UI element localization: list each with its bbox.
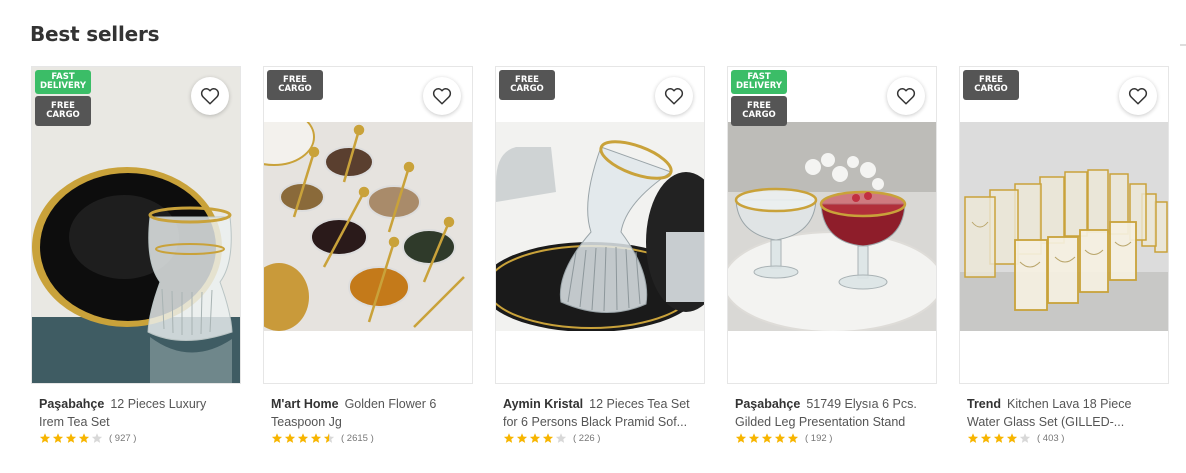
fast-delivery-badge: FAST DELIVERY xyxy=(35,70,91,94)
star-icon xyxy=(774,433,786,443)
free-cargo-badge: FREE CARGO xyxy=(267,70,323,100)
star-icon xyxy=(323,433,335,443)
product-image-box[interactable]: FAST DELIVERY FREE CARGO xyxy=(727,66,937,384)
badge-group: FREE CARGO xyxy=(963,70,1019,102)
star-icon xyxy=(52,433,64,443)
product-card[interactable]: FREE CARGO xyxy=(959,66,1169,444)
star-icon xyxy=(761,433,773,443)
fast-delivery-badge: FAST DELIVERY xyxy=(731,70,787,94)
rating-count: ( 403 ) xyxy=(1037,432,1065,444)
product-card[interactable]: FAST DELIVERY FREE CARGO xyxy=(727,66,937,444)
star-icon xyxy=(1006,433,1018,443)
product-brand: Trend xyxy=(967,397,1002,411)
product-image-box[interactable]: FAST DELIVERY FREE CARGO xyxy=(31,66,241,384)
free-cargo-badge: FREE CARGO xyxy=(35,96,91,126)
heart-outline-icon xyxy=(432,88,452,105)
heart-outline-icon xyxy=(896,88,916,105)
product-card[interactable]: FAST DELIVERY FREE CARGO xyxy=(31,66,241,444)
product-title[interactable]: M'art Home Golden Flower 6 Teaspoon Jg xyxy=(271,395,465,431)
star-icon xyxy=(516,433,528,443)
free-cargo-badge: FREE CARGO xyxy=(963,70,1019,100)
rating-count: ( 192 ) xyxy=(805,432,833,444)
star-icon xyxy=(748,433,760,443)
product-photo xyxy=(264,122,472,331)
product-rating: ( 192 ) xyxy=(735,432,929,444)
free-cargo-badge: FREE CARGO xyxy=(499,70,555,100)
free-cargo-badge: FREE CARGO xyxy=(731,96,787,126)
badge-group: FREE CARGO xyxy=(499,70,555,102)
product-info: Aymin Kristal 12 Pieces Tea Set for 6 Per… xyxy=(495,384,705,444)
star-icon xyxy=(529,433,541,443)
star-icon xyxy=(503,433,515,443)
favorite-button[interactable] xyxy=(655,77,693,115)
product-title[interactable]: Aymin Kristal 12 Pieces Tea Set for 6 Per… xyxy=(503,395,697,431)
rating-stars xyxy=(271,432,336,444)
star-icon xyxy=(271,433,283,443)
product-info: Paşabahçe 51749 Elysıa 6 Pcs. Gilded Leg … xyxy=(727,384,937,444)
product-card[interactable]: FREE CARGO xyxy=(263,66,473,444)
product-info: Paşabahçe 12 Pieces Luxury Irem Tea Set (… xyxy=(31,384,241,444)
favorite-button[interactable] xyxy=(423,77,461,115)
heart-outline-icon xyxy=(664,88,684,105)
product-info: Trend Kitchen Lava 18 Piece Water Glass S… xyxy=(959,384,1169,444)
product-rating: ( 927 ) xyxy=(39,432,233,444)
star-icon xyxy=(1019,433,1031,443)
star-icon xyxy=(735,433,747,443)
badge-group: FREE CARGO xyxy=(267,70,323,102)
product-rating: ( 2615 ) xyxy=(271,432,465,444)
star-icon xyxy=(284,433,296,443)
product-brand: M'art Home xyxy=(271,397,339,411)
scroll-edge-marker xyxy=(1180,44,1186,46)
rating-count: ( 2615 ) xyxy=(341,432,374,444)
favorite-button[interactable] xyxy=(1119,77,1157,115)
badge-group: FAST DELIVERY FREE CARGO xyxy=(731,70,787,128)
rating-stars xyxy=(39,432,104,444)
product-brand: Aymin Kristal xyxy=(503,397,584,411)
product-photo xyxy=(496,122,704,331)
product-image-box[interactable]: FREE CARGO xyxy=(263,66,473,384)
product-rating: ( 403 ) xyxy=(967,432,1161,444)
rating-stars xyxy=(503,432,568,444)
rating-count: ( 927 ) xyxy=(109,432,137,444)
product-image-box[interactable]: FREE CARGO xyxy=(959,66,1169,384)
star-icon xyxy=(980,433,992,443)
star-icon xyxy=(78,433,90,443)
rating-stars xyxy=(967,432,1032,444)
star-icon xyxy=(787,433,799,443)
star-icon xyxy=(39,433,51,443)
favorite-button[interactable] xyxy=(887,77,925,115)
product-info: M'art Home Golden Flower 6 Teaspoon Jg ( … xyxy=(263,384,473,444)
favorite-button[interactable] xyxy=(191,77,229,115)
star-icon xyxy=(297,433,309,443)
star-icon xyxy=(65,433,77,443)
heart-outline-icon xyxy=(1128,88,1148,105)
rating-stars xyxy=(735,432,800,444)
heart-outline-icon xyxy=(200,88,220,105)
product-brand: Paşabahçe xyxy=(39,397,105,411)
star-icon xyxy=(310,433,322,443)
star-icon xyxy=(542,433,554,443)
product-rating: ( 226 ) xyxy=(503,432,697,444)
star-icon xyxy=(555,433,567,443)
product-title[interactable]: Trend Kitchen Lava 18 Piece Water Glass S… xyxy=(967,395,1161,431)
rating-count: ( 226 ) xyxy=(573,432,601,444)
product-brand: Paşabahçe xyxy=(735,397,801,411)
product-card[interactable]: FREE CARGO xyxy=(495,66,705,444)
star-icon xyxy=(967,433,979,443)
product-photo xyxy=(728,122,936,331)
star-icon xyxy=(993,433,1005,443)
product-photo xyxy=(960,122,1168,331)
section-title: Best sellers xyxy=(30,22,160,46)
star-icon xyxy=(91,433,103,443)
product-title[interactable]: Paşabahçe 12 Pieces Luxury Irem Tea Set xyxy=(39,395,233,431)
product-title[interactable]: Paşabahçe 51749 Elysıa 6 Pcs. Gilded Leg … xyxy=(735,395,929,431)
badge-group: FAST DELIVERY FREE CARGO xyxy=(35,70,91,128)
product-image-box[interactable]: FREE CARGO xyxy=(495,66,705,384)
